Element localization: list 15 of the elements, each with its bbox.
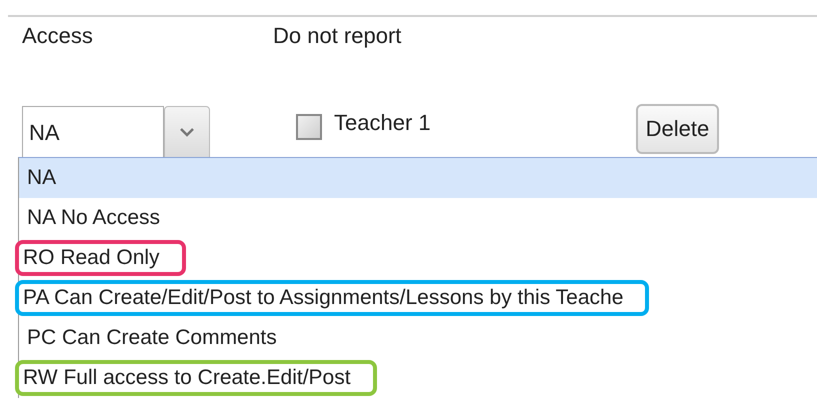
highlighted-option-text: RO Read Only (15, 240, 186, 276)
chevron-down-icon (180, 128, 194, 136)
delete-button[interactable]: Delete (636, 104, 720, 154)
option-text: PC Can Create Comments (27, 326, 277, 350)
highlighted-option-text: RW Full access to Create.Edit/Post (15, 360, 377, 396)
highlighted-option-text: PA Can Create/Edit/Post to Assignments/Lessons by this Teache (15, 280, 650, 316)
dropdown-option[interactable]: NA No Access (19, 198, 817, 238)
teacher-checkbox[interactable] (296, 114, 322, 140)
column-label: Do not report (273, 23, 402, 50)
option-text: NA No Access (27, 206, 160, 230)
dropdown-option[interactable]: PC Can Create Comments (19, 318, 817, 358)
column-label: Access (22, 23, 94, 50)
option-text: NA (27, 166, 56, 190)
dropdown-option[interactable]: NA (19, 158, 817, 198)
checkbox-label: Teacher 1 (334, 110, 431, 136)
